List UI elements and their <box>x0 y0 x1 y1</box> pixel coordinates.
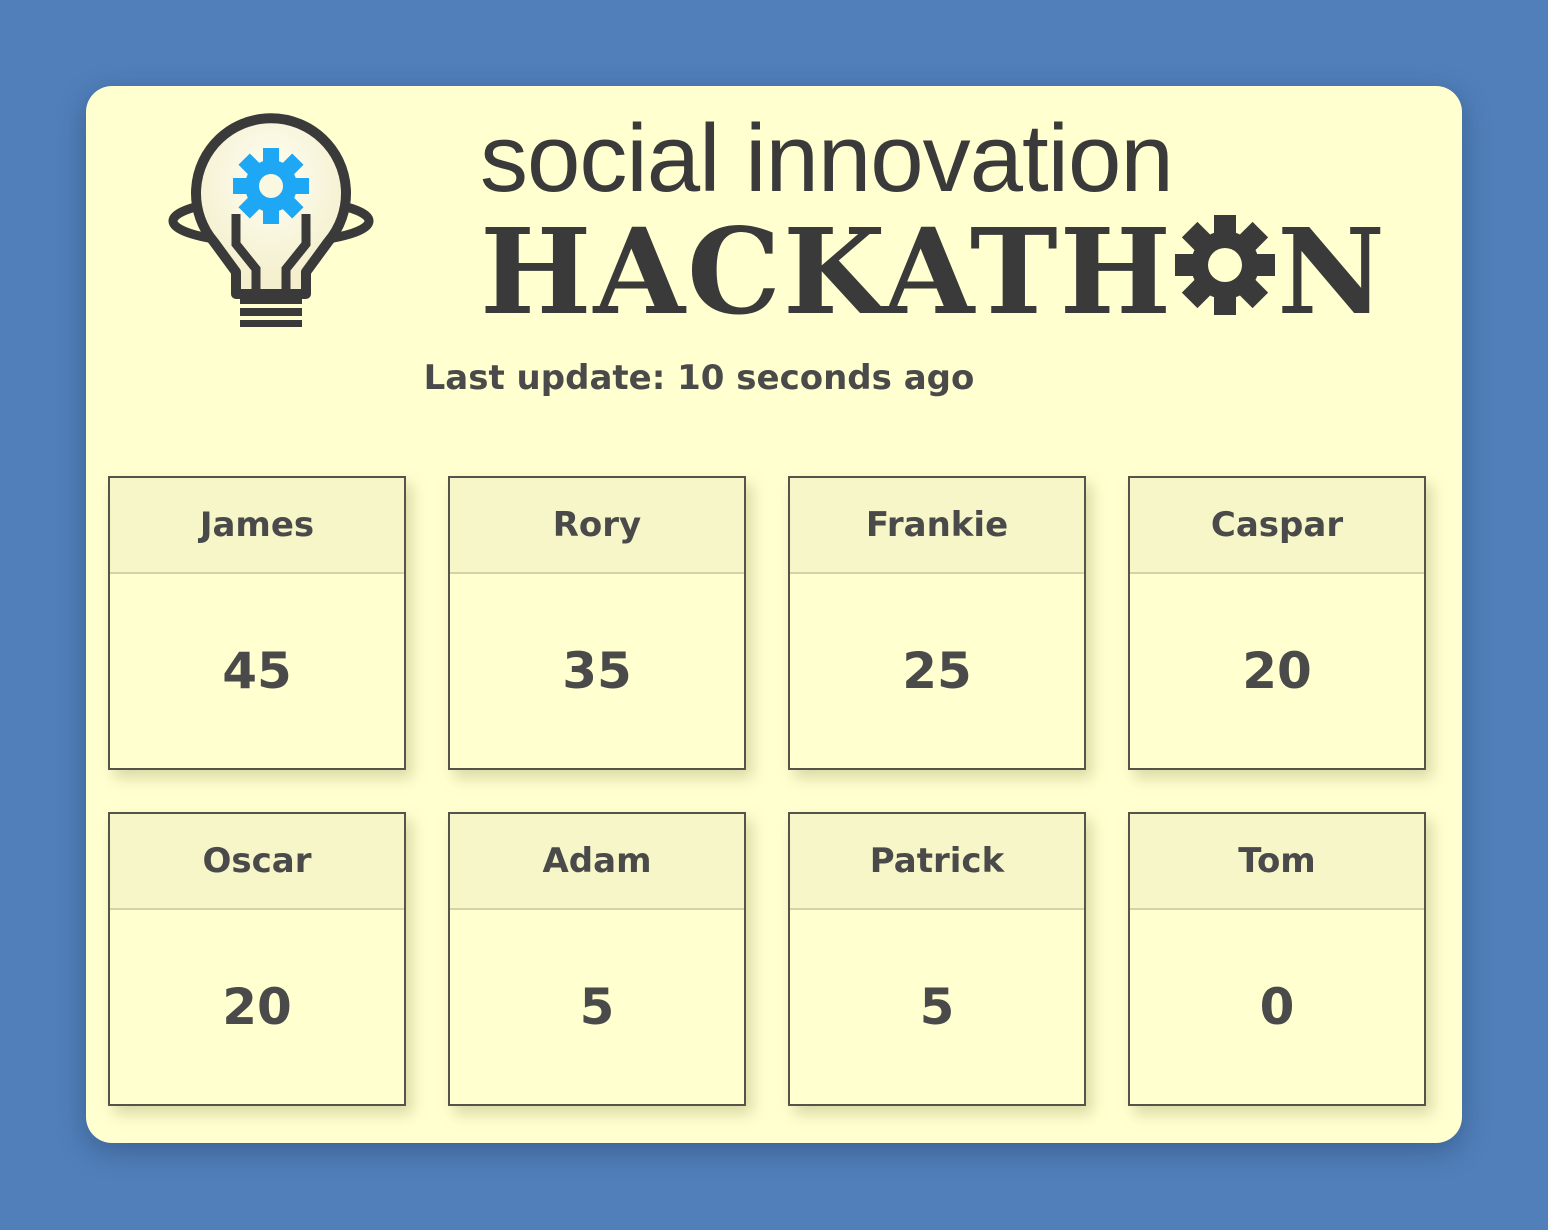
player-name: Adam <box>450 814 744 910</box>
player-score: 45 <box>222 642 292 700</box>
player-score: 25 <box>902 642 972 700</box>
logo-title-line1: social innovation <box>480 105 1174 212</box>
gear-icon <box>1175 215 1276 315</box>
player-score: 5 <box>919 978 955 1036</box>
logo-title-suffix: N <box>1277 202 1387 341</box>
score-card: Frankie 25 <box>788 476 1086 770</box>
player-name: Oscar <box>110 814 404 910</box>
score-card: James 45 <box>108 476 406 770</box>
score-card: Oscar 20 <box>108 812 406 1106</box>
leaderboard-panel: social innovation HACKATH N Last update: … <box>86 86 1462 1143</box>
score-card: Tom 0 <box>1128 812 1426 1106</box>
last-update-status: Last update: 10 seconds ago <box>423 358 975 398</box>
lightbulb-gear-icon <box>168 113 374 327</box>
player-name: James <box>110 478 404 574</box>
logo-title-prefix: HACKATH <box>480 202 1174 341</box>
score-card: Patrick 5 <box>788 812 1086 1106</box>
logo-title-line2: HACKATH N <box>480 210 1387 334</box>
score-card: Adam 5 <box>448 812 746 1106</box>
player-score: 20 <box>1242 642 1312 700</box>
player-name: Frankie <box>790 478 1084 574</box>
score-card: Caspar 20 <box>1128 476 1426 770</box>
player-score: 5 <box>579 978 615 1036</box>
player-name: Patrick <box>790 814 1084 910</box>
player-score: 35 <box>562 642 632 700</box>
player-name: Caspar <box>1130 478 1424 574</box>
player-name: Tom <box>1130 814 1424 910</box>
player-score: 0 <box>1259 978 1295 1036</box>
player-name: Rory <box>450 478 744 574</box>
score-card: Rory 35 <box>448 476 746 770</box>
leaderboard-grid: James 45 Rory 35 Frankie 25 Caspar 20 Os… <box>108 476 1426 1106</box>
player-score: 20 <box>222 978 292 1036</box>
hackathon-logo: social innovation HACKATH N <box>166 104 1385 334</box>
